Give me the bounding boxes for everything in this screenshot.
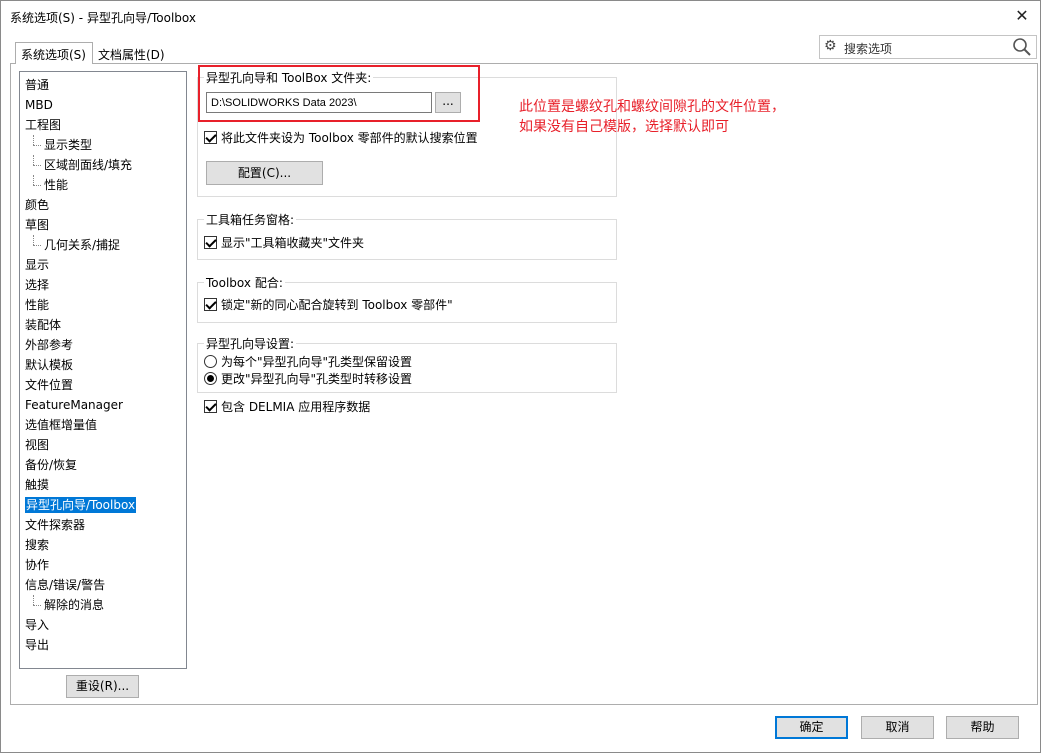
annotation-text: 此位置是螺纹孔和螺纹间隙孔的文件位置， 如果没有自己模版，选择默认即可: [519, 97, 785, 137]
tree-item-selection[interactable]: 选择: [20, 275, 186, 295]
tree-item-relations-snaps[interactable]: 几何关系/捕捉: [20, 235, 186, 255]
default-search-location-label: 将此文件夹设为 Toolbox 零部件的默认搜索位置: [221, 131, 478, 145]
tree-item-sketch[interactable]: 草图: [20, 215, 186, 235]
annotation-line-2: 如果没有自己模版，选择默认即可: [519, 119, 729, 135]
tree-item-mbd[interactable]: MBD: [20, 95, 186, 115]
lock-concentric-mate-label: 锁定"新的同心配合旋转到 Toolbox 零部件": [221, 298, 453, 312]
tree-item-default-templates[interactable]: 默认模板: [20, 355, 186, 375]
tree-item-file-explorer[interactable]: 文件探索器: [20, 515, 186, 535]
search-placeholder: 搜索选项: [844, 42, 893, 56]
title-bar: 系统选项(S) - 异型孔向导/Toolbox ✕: [1, 1, 1040, 33]
show-favorites-folder-checkbox[interactable]: 显示"工具箱收藏夹"文件夹: [204, 234, 364, 251]
tree-item-area-hatch[interactable]: 区域剖面线/填充: [20, 155, 186, 175]
lock-concentric-mate-checkbox[interactable]: 锁定"新的同心配合旋转到 Toolbox 零部件": [204, 296, 453, 313]
search-icon[interactable]: [1012, 37, 1032, 57]
reset-button[interactable]: 重设(R)...: [66, 675, 139, 698]
system-options-dialog: 系统选项(S) - 异型孔向导/Toolbox ✕ 系统选项(S) 文档属性(D…: [0, 0, 1041, 753]
options-tree[interactable]: 普通 MBD 工程图 显示类型 区域剖面线/填充 性能 颜色 草图 几何关系/捕…: [19, 71, 187, 669]
annotation-line-1: 此位置是螺纹孔和螺纹间隙孔的文件位置，: [519, 99, 785, 115]
tree-item-colors[interactable]: 颜色: [20, 195, 186, 215]
checkbox-box[interactable]: [204, 236, 217, 249]
tree-item-import[interactable]: 导入: [20, 615, 186, 635]
gear-icon[interactable]: ⚙: [824, 38, 840, 56]
tree-item-display[interactable]: 显示: [20, 255, 186, 275]
tree-item-export[interactable]: 导出: [20, 635, 186, 655]
tree-item-display-style[interactable]: 显示类型: [20, 135, 186, 155]
keep-settings-radio[interactable]: 为每个"异型孔向导"孔类型保留设置: [204, 353, 412, 370]
tree-item-drawings[interactable]: 工程图: [20, 115, 186, 135]
search-options-box[interactable]: ⚙ 搜索选项: [819, 35, 1037, 59]
annotation-highlight-rect: [198, 65, 480, 122]
tree-item-drawing-performance[interactable]: 性能: [20, 175, 186, 195]
tree-item-hole-wizard-toolbox[interactable]: 异型孔向导/Toolbox: [20, 495, 186, 515]
toolbox-mate-group-label: Toolbox 配合:: [204, 274, 285, 291]
show-favorites-folder-label: 显示"工具箱收藏夹"文件夹: [221, 236, 365, 250]
tree-item-dismissed-messages[interactable]: 解除的消息: [20, 595, 186, 615]
tree-item-general[interactable]: 普通: [20, 75, 186, 95]
tree-item-messages-errors-warnings[interactable]: 信息/错误/警告: [20, 575, 186, 595]
tree-item-featuremanager[interactable]: FeatureManager: [20, 395, 186, 415]
tree-item-external-references[interactable]: 外部参考: [20, 335, 186, 355]
help-button[interactable]: 帮助: [946, 716, 1019, 739]
tree-item-performance[interactable]: 性能: [20, 295, 186, 315]
cancel-button[interactable]: 取消: [861, 716, 934, 739]
tree-item-touch[interactable]: 触摸: [20, 475, 186, 495]
transfer-settings-radio[interactable]: 更改"异型孔向导"孔类型时转移设置: [204, 370, 412, 387]
tab-document-properties[interactable]: 文档属性(D): [93, 45, 181, 63]
tree-item-assemblies[interactable]: 装配体: [20, 315, 186, 335]
tree-item-spin-box-increments[interactable]: 选值框增量值: [20, 415, 186, 435]
transfer-settings-label: 更改"异型孔向导"孔类型时转移设置: [221, 372, 413, 386]
configure-button[interactable]: 配置(C)...: [206, 161, 323, 185]
radio-circle[interactable]: [204, 372, 217, 385]
window-title: 系统选项(S) - 异型孔向导/Toolbox: [10, 11, 196, 25]
tree-item-file-locations[interactable]: 文件位置: [20, 375, 186, 395]
keep-settings-label: 为每个"异型孔向导"孔类型保留设置: [221, 355, 413, 369]
checkbox-box[interactable]: [204, 400, 217, 413]
ok-button[interactable]: 确定: [775, 716, 848, 739]
tree-item-backup-recover[interactable]: 备份/恢复: [20, 455, 186, 475]
checkbox-box[interactable]: [204, 131, 217, 144]
default-search-location-checkbox[interactable]: 将此文件夹设为 Toolbox 零部件的默认搜索位置: [204, 129, 478, 146]
task-pane-group-label: 工具箱任务窗格:: [204, 211, 297, 228]
hole-wizard-settings-group-label: 异型孔向导设置:: [204, 335, 297, 352]
tab-system-options[interactable]: 系统选项(S): [15, 42, 93, 64]
include-delmia-checkbox[interactable]: 包含 DELMIA 应用程序数据: [204, 398, 370, 415]
tree-item-search[interactable]: 搜索: [20, 535, 186, 555]
include-delmia-label: 包含 DELMIA 应用程序数据: [221, 400, 371, 414]
radio-circle[interactable]: [204, 355, 217, 368]
checkbox-box[interactable]: [204, 298, 217, 311]
tree-item-collaboration[interactable]: 协作: [20, 555, 186, 575]
tree-item-view[interactable]: 视图: [20, 435, 186, 455]
close-icon[interactable]: ✕: [1010, 5, 1034, 27]
